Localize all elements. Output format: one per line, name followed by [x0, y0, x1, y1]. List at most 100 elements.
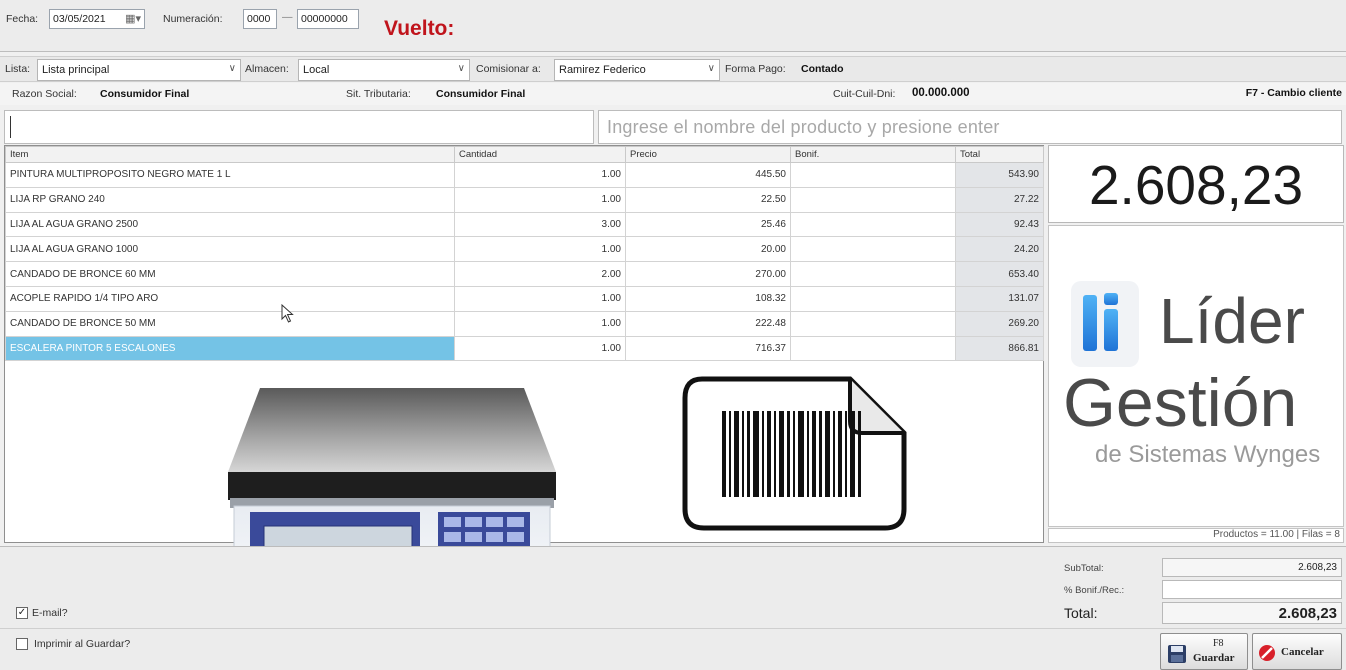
- numeracion-number-input[interactable]: 00000000: [297, 9, 359, 29]
- table-row-selected[interactable]: ESCALERA PINTOR 5 ESCALONES 1.00 716.37 …: [5, 335, 1044, 362]
- cell-precio[interactable]: 108.32: [625, 285, 791, 312]
- cancelar-label: Cancelar: [1281, 646, 1324, 658]
- items-table: Item Cantidad Precio Bonif. Total PINTUR…: [5, 146, 1044, 362]
- cell-precio[interactable]: 270.00: [625, 261, 791, 287]
- cell-cantidad[interactable]: 1.00: [454, 285, 626, 312]
- lista-value: Lista principal: [42, 64, 110, 76]
- vuelto-label: Vuelto:: [384, 17, 455, 40]
- cell-cantidad[interactable]: 3.00: [454, 211, 626, 238]
- razon-social-value: Consumidor Final: [100, 88, 190, 100]
- chevron-down-icon: ∨: [457, 63, 465, 74]
- cell-bonif[interactable]: [790, 335, 956, 362]
- comisionar-select[interactable]: Ramirez Federico ∨: [554, 59, 720, 81]
- almacen-select[interactable]: Local ∨: [298, 59, 470, 81]
- total-label: Total:: [1064, 605, 1098, 621]
- cell-bonif[interactable]: [790, 211, 956, 238]
- table-row[interactable]: PINTURA MULTIPROPOSITO NEGRO MATE 1 L 1.…: [5, 162, 1044, 188]
- table-row[interactable]: LIJA AL AGUA GRANO 1000 1.00 20.00 24.20: [5, 236, 1044, 263]
- cell-bonif[interactable]: [790, 285, 956, 312]
- table-row[interactable]: LIJA RP GRANO 240 1.00 22.50 27.22: [5, 186, 1044, 213]
- cell-bonif[interactable]: [790, 162, 956, 188]
- options-row: Lista: Lista principal ∨ Almacen: Local …: [0, 56, 1346, 82]
- column-header-item[interactable]: Item: [5, 146, 455, 163]
- almacen-label: Almacen:: [245, 63, 289, 75]
- cell-item[interactable]: LIJA AL AGUA GRANO 1000: [5, 236, 455, 263]
- subtotal-label: SubTotal:: [1064, 563, 1104, 574]
- column-header-bonif[interactable]: Bonif.: [790, 146, 956, 163]
- cell-item[interactable]: CANDADO DE BRONCE 60 MM: [5, 261, 455, 287]
- cell-precio[interactable]: 716.37: [625, 335, 791, 362]
- cell-cantidad[interactable]: 2.00: [454, 261, 626, 287]
- cell-precio[interactable]: 25.46: [625, 211, 791, 238]
- chevron-down-icon: ∨: [228, 63, 236, 74]
- cell-cantidad[interactable]: 1.00: [454, 186, 626, 213]
- numeracion-prefix-input[interactable]: 0000: [243, 9, 277, 29]
- guardar-label: Guardar: [1193, 652, 1235, 664]
- cell-item[interactable]: PINTURA MULTIPROPOSITO NEGRO MATE 1 L: [5, 162, 455, 188]
- cell-precio[interactable]: 445.50: [625, 162, 791, 188]
- cell-bonif[interactable]: [790, 310, 956, 337]
- cancelar-button[interactable]: Cancelar: [1252, 633, 1342, 670]
- table-row[interactable]: CANDADO DE BRONCE 60 MM 2.00 270.00 653.…: [5, 261, 1044, 287]
- bonif-input[interactable]: [1162, 580, 1342, 599]
- guardar-key: F8: [1213, 638, 1224, 649]
- cuit-label: Cuit-Cuil-Dni:: [833, 88, 896, 100]
- bonif-label: % Bonif./Rec.:: [1064, 585, 1125, 596]
- table-row[interactable]: ACOPLE RAPIDO 1/4 TIPO ARO 1.00 108.32 1…: [5, 285, 1044, 312]
- column-header-cantidad[interactable]: Cantidad: [454, 146, 626, 163]
- lista-label: Lista:: [5, 63, 31, 75]
- table-header-row: Item Cantidad Precio Bonif. Total: [5, 146, 1044, 163]
- cell-cantidad[interactable]: 1.00: [454, 236, 626, 263]
- cell-total: 269.20: [955, 310, 1044, 337]
- email-option[interactable]: ✓ E-mail?: [16, 607, 68, 619]
- cell-total: 131.07: [955, 285, 1044, 312]
- cell-total: 653.40: [955, 261, 1044, 287]
- logo-word-lider: Líder: [1159, 285, 1305, 357]
- header-bar: Fecha: 03/05/2021 ▦▾ Numeración: 0000 — …: [0, 0, 1346, 52]
- cell-cantidad[interactable]: 1.00: [454, 310, 626, 337]
- chevron-down-icon: ∨: [707, 63, 715, 74]
- total-value: 2.608,23: [1278, 605, 1337, 622]
- column-header-precio[interactable]: Precio: [625, 146, 791, 163]
- cell-item[interactable]: ACOPLE RAPIDO 1/4 TIPO ARO: [5, 285, 455, 312]
- imprimir-checkbox[interactable]: [16, 638, 28, 650]
- cell-bonif[interactable]: [790, 261, 956, 287]
- cell-cantidad[interactable]: 1.00: [454, 162, 626, 188]
- cell-item[interactable]: LIJA AL AGUA GRANO 2500: [5, 211, 455, 238]
- cell-precio[interactable]: 222.48: [625, 310, 791, 337]
- subtotal-value: 2.608,23: [1298, 562, 1337, 573]
- calendar-icon[interactable]: ▦▾: [125, 12, 141, 25]
- guardar-button[interactable]: F8 Guardar: [1160, 633, 1248, 670]
- cell-total: 866.81: [955, 335, 1044, 362]
- cell-cantidad[interactable]: 1.00: [454, 335, 626, 362]
- email-checkbox[interactable]: ✓: [16, 607, 28, 619]
- cell-item[interactable]: ESCALERA PINTOR 5 ESCALONES: [5, 335, 455, 362]
- barcode-icon: [682, 376, 907, 531]
- forma-pago-value: Contado: [801, 63, 844, 75]
- lista-select[interactable]: Lista principal ∨: [37, 59, 241, 81]
- cell-item[interactable]: LIJA RP GRANO 240: [5, 186, 455, 213]
- imprimir-label: Imprimir al Guardar?: [34, 638, 131, 650]
- table-row[interactable]: CANDADO DE BRONCE 50 MM 1.00 222.48 269.…: [5, 310, 1044, 337]
- column-header-total[interactable]: Total: [955, 146, 1044, 163]
- table-row[interactable]: LIJA AL AGUA GRANO 2500 3.00 25.46 92.43: [5, 211, 1044, 238]
- cell-precio[interactable]: 22.50: [625, 186, 791, 213]
- barcode-input[interactable]: [4, 110, 594, 144]
- logo-panel: Líder Gestión de Sistemas Wynges: [1048, 225, 1344, 527]
- client-row: Razon Social: Consumidor Final Sit. Trib…: [0, 83, 1346, 105]
- imprimir-option[interactable]: Imprimir al Guardar?: [16, 638, 130, 650]
- logo-word-gestion: Gestión: [1063, 365, 1298, 441]
- cancel-icon: [1259, 645, 1275, 661]
- cambio-cliente-link[interactable]: F7 - Cambio cliente: [1246, 87, 1342, 99]
- razon-social-label: Razon Social:: [12, 88, 77, 100]
- cell-total: 24.20: [955, 236, 1044, 263]
- fecha-input[interactable]: 03/05/2021 ▦▾: [49, 9, 145, 29]
- product-search-input[interactable]: Ingrese el nombre del producto y presion…: [598, 110, 1342, 144]
- footer-area: ✓ E-mail? Imprimir al Guardar? SubTotal:…: [0, 546, 1346, 670]
- cell-bonif[interactable]: [790, 186, 956, 213]
- text-cursor: [10, 116, 11, 138]
- cell-bonif[interactable]: [790, 236, 956, 263]
- cell-item[interactable]: CANDADO DE BRONCE 50 MM: [5, 310, 455, 337]
- cell-precio[interactable]: 20.00: [625, 236, 791, 263]
- cell-total: 27.22: [955, 186, 1044, 213]
